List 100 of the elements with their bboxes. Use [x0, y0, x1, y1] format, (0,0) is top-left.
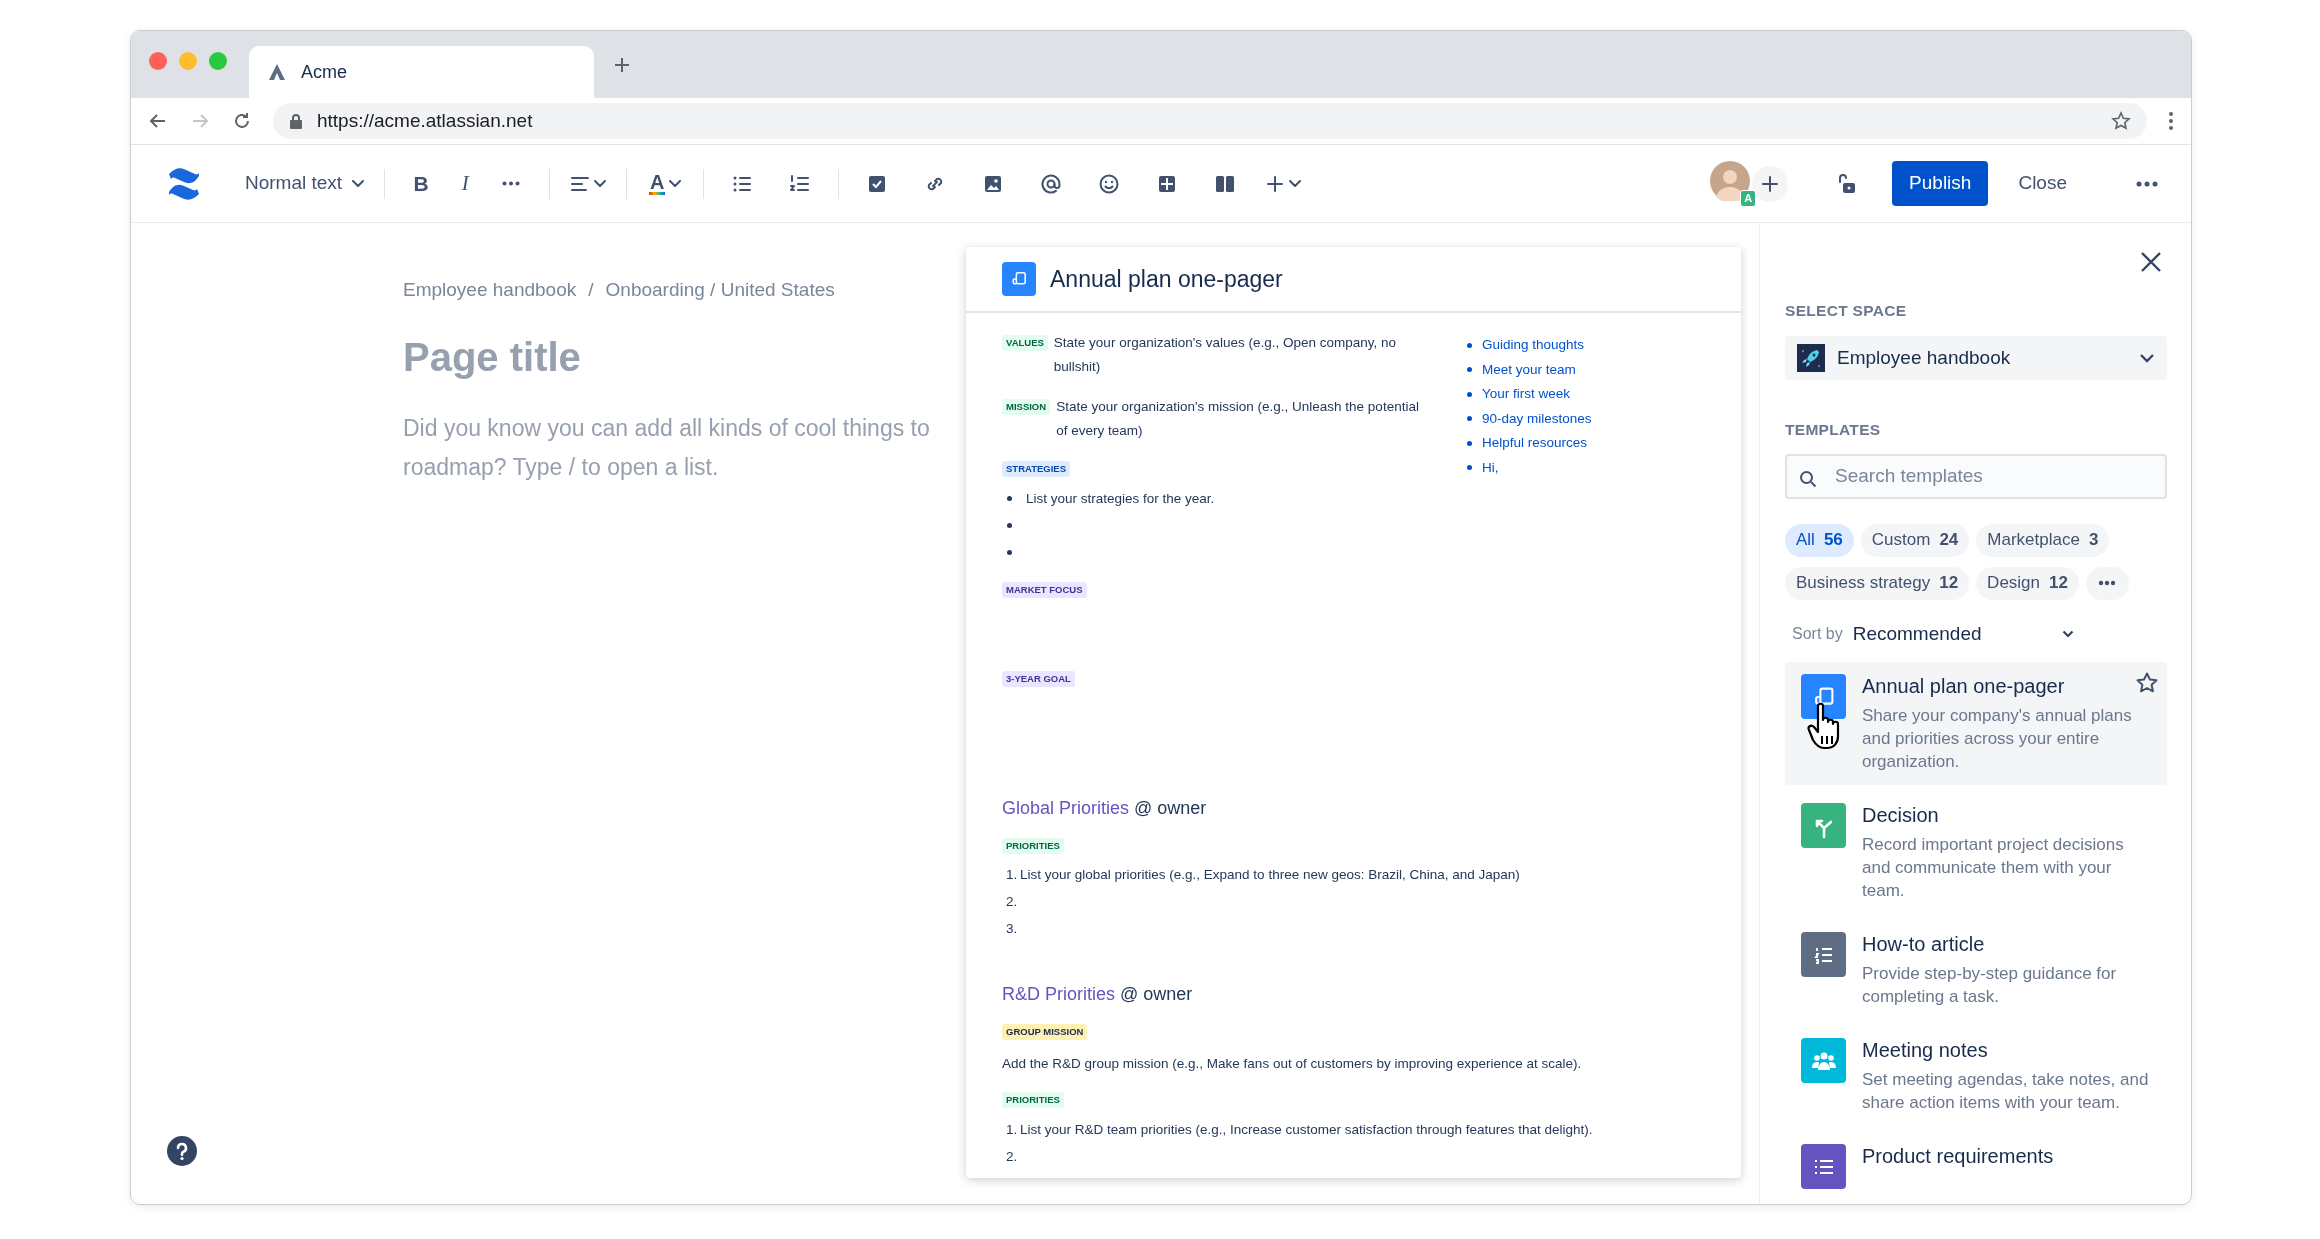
triangle-logo-icon	[267, 62, 287, 82]
avatar-badge: A	[1740, 189, 1757, 207]
ellipsis-drawing	[2098, 580, 2117, 586]
sort-dropdown[interactable]: Recommended	[1852, 619, 2074, 648]
status-lozenge: 3-YEAR GOAL	[1002, 670, 1075, 687]
breadcrumb-link[interactable]: Employee handbook	[403, 276, 577, 305]
chevron-down-icon	[2139, 353, 2155, 364]
search-field[interactable]: Search templates	[1785, 453, 2167, 499]
text-color-button[interactable]: A	[647, 165, 684, 202]
section-label: SELECT SPACE	[1785, 301, 1908, 321]
ellipsis-icon	[2136, 180, 2158, 187]
template-item[interactable]: Annual plan one-pager Share your company's annual plans and priorities across your entire organization.	[1785, 662, 2167, 785]
status-lozenge: MISSION	[1002, 399, 1051, 415]
editor-hint-line: roadmap? Type / to open a list.	[403, 452, 719, 482]
editor-hint-line: Did you know you can add all kinds of cool things to	[403, 413, 930, 443]
preview-paragraph: State your organization's mission (e.g., Unleash the potential of every team)	[1056, 398, 1420, 440]
bullet-dot	[1007, 523, 1012, 529]
star-icon[interactable]	[2135, 670, 2159, 695]
preview-paragraph: Add the R&D group mission (e.g., Make fans out of customers by improving experience at scale).	[1002, 1055, 1583, 1074]
template-title: Annual plan one-pager	[1862, 674, 2065, 698]
section-heading: R&D Priorities	[1002, 984, 1116, 1004]
status-lozenge: STRATEGIES	[1002, 461, 1070, 477]
filter-chip[interactable]: Marketplace 3	[1976, 523, 2110, 557]
list-number: 3.	[1005, 920, 1019, 939]
template-item[interactable]: Decision Record important project decisions and communicate them with your team.	[1785, 791, 2167, 914]
owner-mention: @ owner	[1120, 984, 1193, 1004]
list-item-text: List your strategies for the year.	[1026, 489, 1215, 508]
caret-icon	[1289, 179, 1302, 188]
template-description: Record important project decisions and communicate them with your team.	[1862, 834, 2125, 902]
template-item[interactable]: Meeting notes Set meeting agendas, take notes, and share action items with your team.	[1785, 1026, 2167, 1126]
list-number: 1.	[1005, 866, 1019, 885]
list-number: 2.	[1005, 1147, 1019, 1166]
section-heading: Global Priorities	[1002, 797, 1130, 818]
template-item[interactable]: How-to article Provide step-by-step guidance for completing a task.	[1785, 920, 2167, 1020]
breadcrumb-separator: /	[588, 278, 594, 302]
confluence-logo-icon[interactable]	[167, 167, 201, 200]
bullet-dot	[1007, 496, 1012, 502]
template-title: Decision	[1862, 803, 1939, 827]
owner-mention: @ owner	[1134, 797, 1207, 818]
help-icon[interactable]	[167, 1136, 197, 1166]
filter-chip[interactable]: All 56	[1785, 523, 1854, 557]
ellipsis-icon	[502, 181, 521, 186]
filter-chip[interactable]: Custom 24	[1860, 523, 1970, 557]
preview-title: Annual plan one-pager	[1050, 264, 1283, 294]
bold-button[interactable]: B	[403, 165, 440, 202]
plus-icon	[1265, 173, 1286, 194]
space-dropdown[interactable]: Employee handbook	[1785, 336, 2167, 381]
status-lozenge: VALUES	[1002, 335, 1048, 351]
template-title: How-to article	[1862, 932, 1985, 956]
template-item[interactable]: Product requirements	[1785, 1132, 2167, 1201]
bullet-dot	[1467, 367, 1472, 373]
bullet-dot	[1007, 550, 1012, 556]
status-lozenge: PRIORITIES	[1002, 1092, 1064, 1109]
page-link[interactable]: Your first week	[1482, 384, 1571, 405]
list-number: 1.	[1005, 1120, 1019, 1139]
search-icon	[1799, 470, 1817, 489]
section-label: TEMPLATES	[1785, 420, 1882, 441]
browser-tab[interactable]: Acme	[249, 46, 594, 98]
address-bar[interactable]: https://acme.atlassian.net	[273, 103, 2147, 139]
template-description: Set meeting agendas, take notes, and share action items with your team.	[1862, 1069, 2150, 1114]
plus-icon	[1761, 174, 1780, 193]
rocket-icon	[1797, 344, 1825, 373]
breadcrumb-link[interactable]: Onboarding / United States	[605, 276, 835, 305]
list-item-text: List your global priorities (e.g., Expand to three new geos: Brazil, China, and Japan)	[1020, 866, 1520, 885]
italic-button[interactable]: I	[447, 165, 484, 202]
page-link[interactable]: Meet your team	[1482, 359, 1576, 380]
page-link[interactable]: Guiding thoughts	[1482, 335, 1585, 356]
caret-icon	[352, 179, 365, 188]
bullet-dot	[1467, 465, 1472, 471]
template-description: Share your company's annual plans and priorities across your entire organization.	[1862, 705, 2133, 773]
page-link[interactable]: 90-day milestones	[1482, 408, 1592, 429]
close-x-drawing	[2139, 249, 2163, 274]
more-filters-icon[interactable]	[2085, 566, 2129, 600]
filter-chip[interactable]: Design 12	[1976, 566, 2079, 600]
page-link[interactable]: Helpful resources	[1482, 433, 1588, 454]
bullet-dot	[1467, 416, 1472, 422]
close-icon[interactable]	[2139, 249, 2163, 274]
status-lozenge: GROUP MISSION	[1002, 1024, 1088, 1040]
lock-icon	[289, 113, 303, 129]
template-title: Meeting notes	[1862, 1038, 1988, 1062]
bullet-dot	[1467, 342, 1472, 348]
sort-label: Sort by	[1792, 623, 1843, 644]
page-link[interactable]: Hi,	[1482, 457, 1499, 478]
list-item-text: List your R&D team priorities (e.g., Increase customer satisfaction through features that delight).	[1020, 1120, 1593, 1139]
publish-button[interactable]: Publish	[1892, 161, 1989, 206]
close-button[interactable]: Close	[2004, 161, 2081, 206]
template-title: Product requirements	[1862, 1144, 2054, 1168]
list-number: 2.	[1005, 893, 1019, 912]
filter-chip[interactable]: Business strategy 12	[1785, 566, 1970, 600]
kebab-menu-icon[interactable]	[2167, 110, 2175, 132]
invite-button[interactable]	[1752, 165, 1789, 202]
caret-icon	[669, 179, 682, 188]
status-lozenge: MARKET FOCUS	[1002, 582, 1087, 599]
bullet-dot	[1467, 391, 1472, 397]
star-icon[interactable]	[2111, 111, 2131, 131]
caret-icon	[594, 179, 607, 188]
tab-title: Acme	[301, 60, 347, 84]
chevron-down-icon	[2061, 629, 2074, 638]
preview-paragraph: State your organization's values (e.g., Open company, no bullshit)	[1053, 334, 1398, 376]
text-style-dropdown[interactable]: Normal text	[245, 165, 365, 202]
